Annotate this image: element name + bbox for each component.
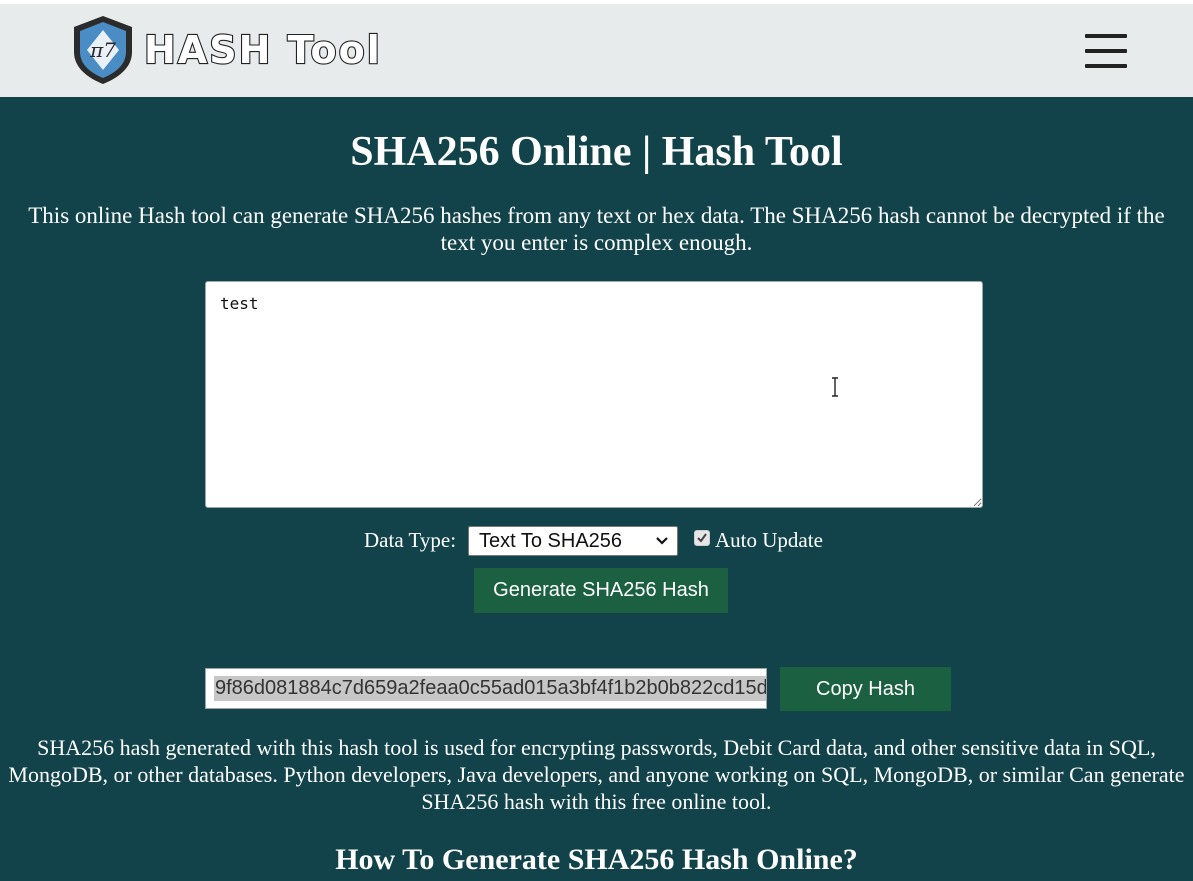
options-row: Data Type: Text To SHA256 Auto Update	[0, 526, 1193, 556]
hash-input-textarea[interactable]: test	[205, 281, 983, 508]
auto-update-checkbox[interactable]	[694, 530, 710, 546]
logo-badge-text: π7	[89, 38, 116, 62]
data-type-label: Data Type:	[364, 528, 457, 552]
hash-output-field[interactable]: 9f86d081884c7d659a2feaa0c55ad015a3bf4f1b…	[205, 668, 767, 709]
intro-text: This online Hash tool can generate SHA25…	[28, 203, 1165, 255]
hamburger-menu-icon[interactable]	[1085, 34, 1127, 70]
generate-hash-button[interactable]: Generate SHA256 Hash	[474, 568, 728, 613]
shield-logo-icon: π7	[74, 16, 132, 84]
info-text: SHA256 hash generated with this hash too…	[8, 735, 1185, 814]
checkmark-icon	[697, 533, 707, 543]
site-logo[interactable]: π7 HASH Tool	[70, 14, 382, 86]
text-cursor-icon	[832, 377, 838, 397]
copy-hash-button[interactable]: Copy Hash	[780, 667, 951, 711]
menu-bar	[1085, 49, 1127, 53]
site-header: π7 HASH Tool	[0, 4, 1193, 97]
hash-output-value: 9f86d081884c7d659a2feaa0c55ad015a3bf4f1b…	[214, 676, 766, 701]
auto-update-label[interactable]: Auto Update	[715, 528, 823, 553]
section-heading: How To Generate SHA256 Hash Online?	[335, 843, 858, 876]
menu-bar	[1085, 34, 1127, 38]
data-type-select[interactable]: Text To SHA256	[468, 526, 678, 556]
logo-text: HASH Tool	[143, 28, 382, 72]
page-title: SHA256 Online | Hash Tool	[350, 129, 843, 175]
menu-bar	[1085, 64, 1127, 68]
